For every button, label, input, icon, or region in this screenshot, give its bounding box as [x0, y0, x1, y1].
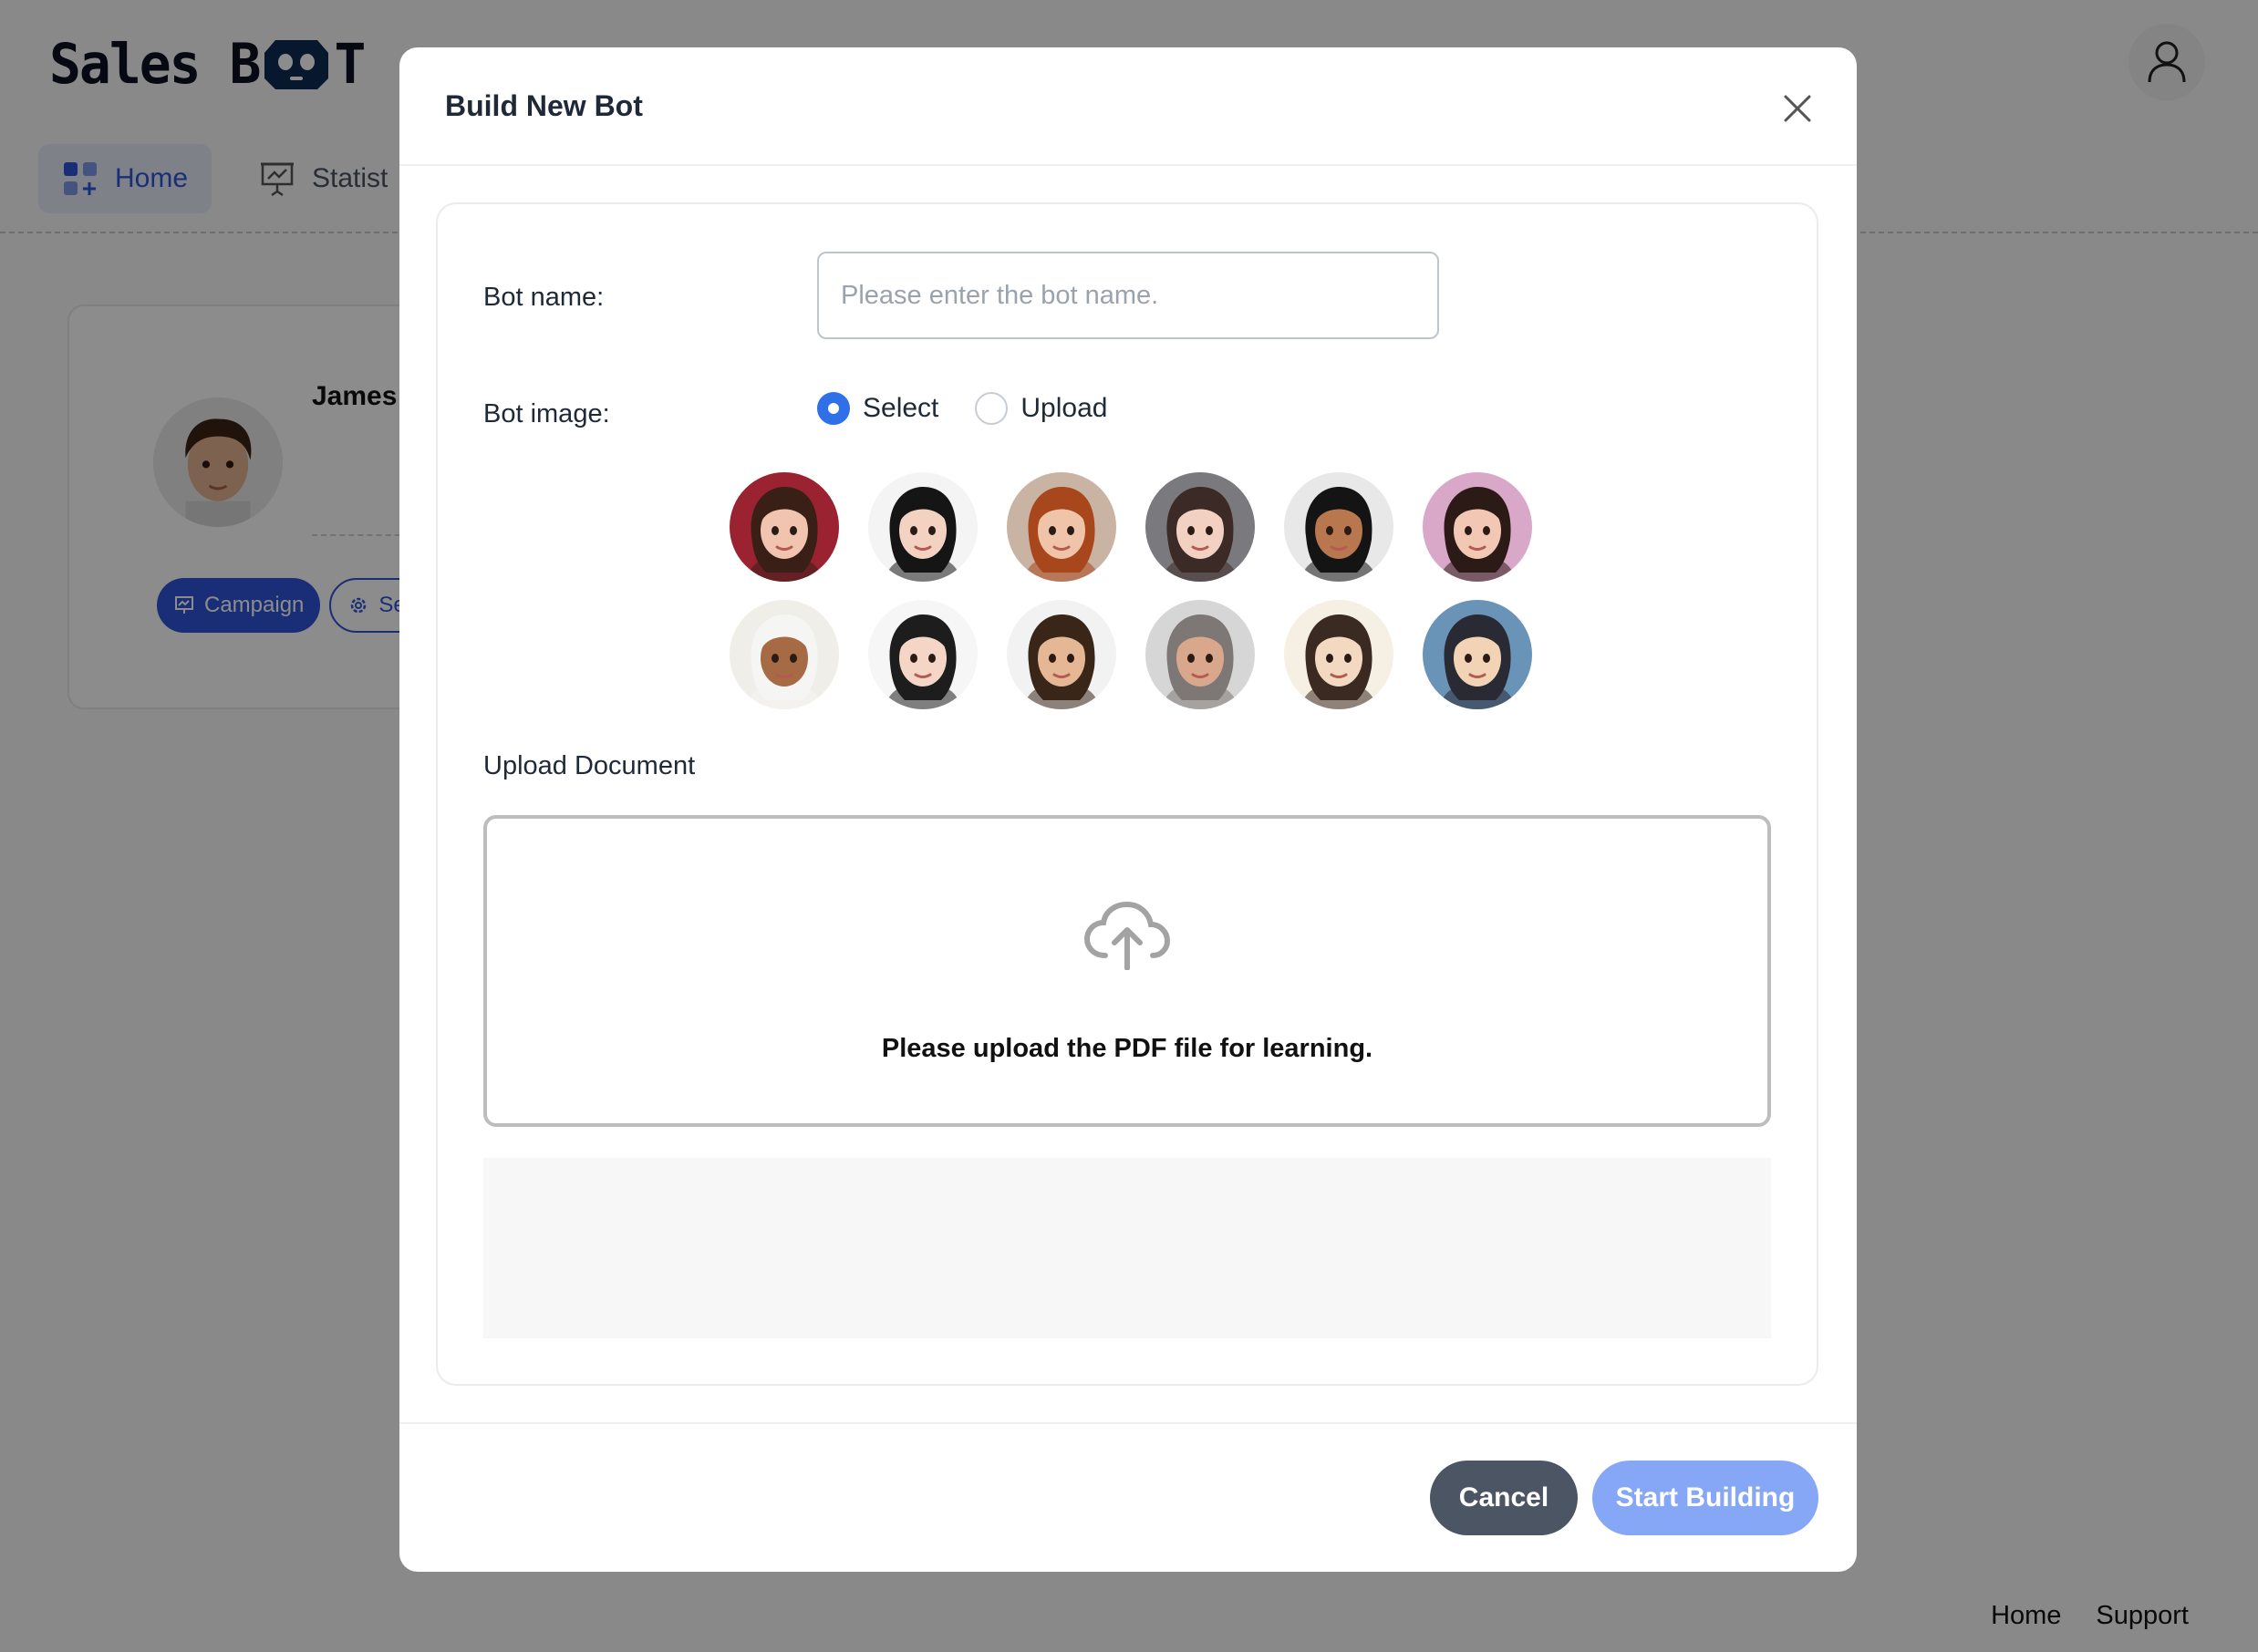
avatar-bun-woman[interactable]: [1423, 472, 1532, 582]
bot-name-label: Bot name:: [483, 283, 605, 312]
upload-document-label: Upload Document: [483, 751, 696, 780]
radio-upload-dot[interactable]: [975, 392, 1009, 425]
cloud-upload-icon: [1083, 901, 1171, 970]
avatar-bob-hair-woman[interactable]: [1284, 600, 1393, 709]
modal-header: Build New Bot: [399, 47, 1857, 166]
radio-select[interactable]: Select: [817, 392, 938, 425]
build-bot-modal: Build New Bot Bot name: Bot image: Selec…: [399, 47, 1857, 1572]
modal-footer: [399, 1422, 1857, 1424]
radio-upload[interactable]: Upload: [975, 392, 1107, 425]
avatar-older-man[interactable]: [1145, 600, 1255, 709]
avatar-young-man[interactable]: [1007, 600, 1116, 709]
close-icon: [1784, 95, 1811, 122]
radio-select-label: Select: [863, 393, 939, 423]
upload-hint: Please upload the PDF file for learning.: [881, 1034, 1373, 1063]
avatar-brunette-woman[interactable]: [730, 472, 839, 582]
bot-name-input[interactable]: [817, 252, 1439, 339]
bot-image-label: Bot image:: [483, 399, 610, 428]
uploaded-file-list: [483, 1158, 1771, 1338]
avatar-headscarf-woman[interactable]: [730, 600, 839, 709]
cancel-button[interactable]: Cancel: [1430, 1461, 1578, 1535]
avatar-grid: [730, 472, 1532, 709]
start-building-button[interactable]: Start Building: [1592, 1461, 1818, 1535]
radio-upload-label: Upload: [1020, 393, 1108, 423]
avatar-glasses-woman[interactable]: [1145, 472, 1255, 582]
upload-dropzone[interactable]: Please upload the PDF file for learning.: [483, 815, 1771, 1127]
close-button[interactable]: [1776, 88, 1818, 129]
radio-select-dot[interactable]: [817, 392, 850, 425]
modal-title: Build New Bot: [445, 89, 643, 122]
avatar-dark-skin-woman[interactable]: [1284, 472, 1393, 582]
avatar-long-hair-woman[interactable]: [868, 600, 978, 709]
bot-image-radio-group: Select Upload: [817, 392, 1144, 425]
avatar-black-hair-woman[interactable]: [868, 472, 978, 582]
avatar-redhead-woman[interactable]: [1007, 472, 1116, 582]
avatar-anime-boy[interactable]: [1423, 600, 1532, 709]
modal-body: Bot name: Bot image: Select Upload Uploa…: [436, 202, 1818, 1386]
